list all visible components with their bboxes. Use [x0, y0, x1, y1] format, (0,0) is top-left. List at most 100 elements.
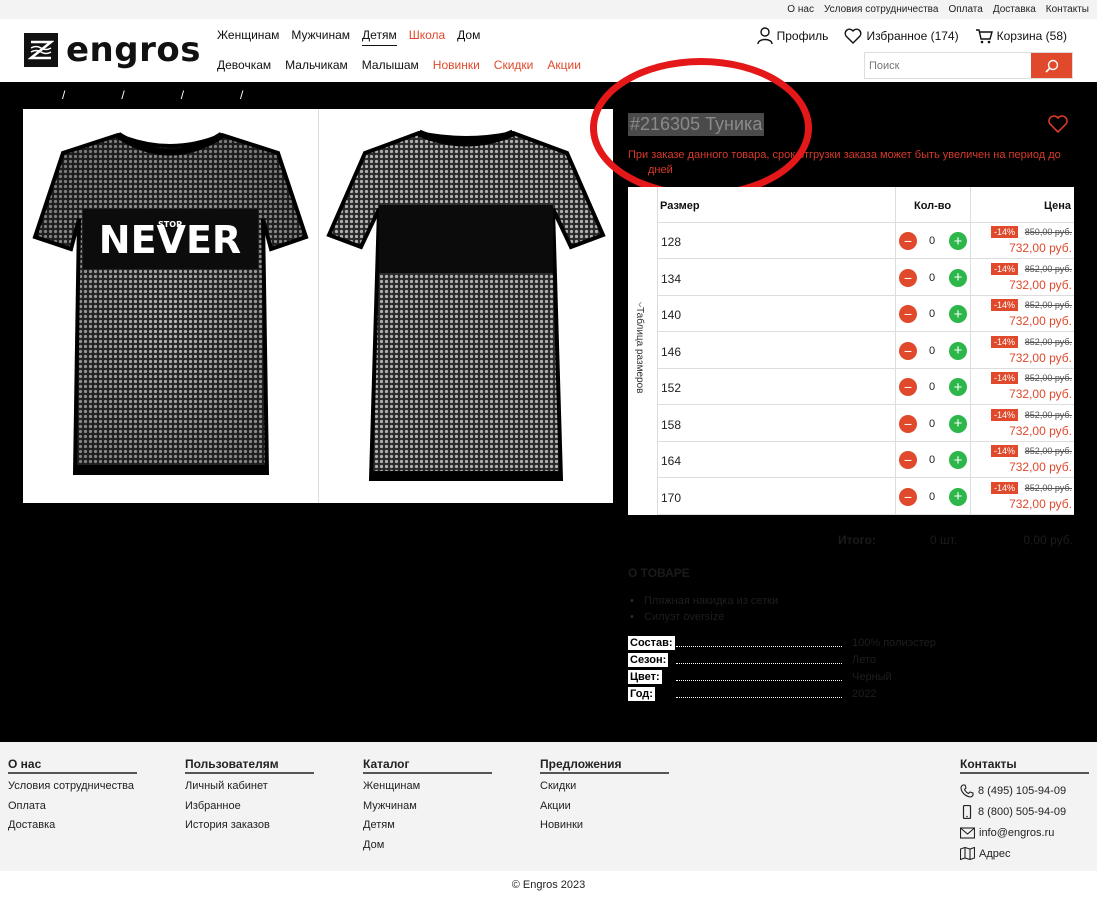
footer-link[interactable]: Личный кабинет — [185, 780, 314, 800]
property-row: Состав: 100% полиэстер — [628, 636, 988, 653]
decrease-qty-button[interactable]: − — [899, 305, 917, 323]
property-value: 2022 — [852, 688, 877, 700]
increase-qty-button[interactable]: + — [949, 414, 967, 433]
nav-new[interactable]: Новинки — [433, 58, 480, 72]
qty-value: 0 — [929, 308, 936, 320]
top-link-payment[interactable]: Оплата — [948, 4, 982, 15]
nav-girls[interactable]: Девочкам — [217, 58, 271, 72]
increase-qty-button[interactable]: + — [949, 378, 967, 396]
nav-discounts[interactable]: Скидки — [494, 58, 534, 72]
size-chart-tab[interactable]: ‹ Таблица размеров — [628, 187, 658, 515]
profile-link[interactable]: Профиль — [756, 27, 829, 45]
dotted-leader — [676, 680, 842, 681]
add-to-favorites-button[interactable] — [1047, 114, 1069, 137]
discount-badge: -14% — [991, 226, 1019, 238]
size-value: 164 — [661, 454, 682, 468]
increase-qty-button[interactable]: + — [949, 451, 967, 469]
breadcrumb-sep: / — [240, 88, 244, 102]
total-label: Итого: — [838, 533, 876, 547]
top-links: О нас Условия сотрудничества Оплата Дост… — [787, 4, 1089, 15]
nav-home[interactable]: Дом — [457, 28, 480, 46]
map-icon — [960, 847, 975, 860]
footer-link[interactable]: Мужчинам — [363, 800, 492, 820]
secondary-nav: Девочкам Мальчикам Малышам Новинки Скидк… — [217, 58, 581, 72]
logo-mark-icon — [24, 33, 58, 67]
decrease-qty-button[interactable]: − — [899, 414, 917, 433]
footer-link[interactable]: Избранное — [185, 800, 314, 820]
nav-men[interactable]: Мужчинам — [291, 28, 350, 46]
increase-qty-button[interactable]: + — [949, 268, 967, 287]
nav-school[interactable]: Школа — [409, 28, 445, 46]
mobile-contact[interactable]: 8 (800) 505-94-09 — [960, 801, 1089, 822]
size-chart-label: Таблица размеров — [634, 307, 645, 394]
increase-qty-button[interactable]: + — [949, 232, 967, 250]
search-box — [864, 52, 1073, 79]
search-button[interactable] — [1031, 53, 1072, 78]
dotted-leader — [676, 663, 842, 664]
decrease-qty-button[interactable]: − — [899, 451, 917, 469]
header-qty: Кол-во — [914, 200, 952, 212]
nav-boys[interactable]: Мальчикам — [285, 58, 348, 72]
price: 732,00 руб. — [1009, 314, 1072, 328]
increase-qty-button[interactable]: + — [949, 487, 967, 506]
breadcrumb-sep: / — [121, 88, 125, 102]
increase-qty-button[interactable]: + — [949, 341, 967, 360]
header-price: Цена — [1043, 200, 1071, 212]
footer-contacts: Контакты 8 (495) 105-94-09 8 (800) 505-9… — [960, 757, 1089, 864]
header-size: Размер — [660, 200, 700, 212]
nav-promos[interactable]: Акции — [547, 58, 581, 72]
mobile-phone-icon — [962, 804, 972, 819]
price: 732,00 руб. — [1009, 277, 1072, 292]
feature-item: Пляжная накидка из сетки — [628, 593, 778, 609]
top-link-contacts[interactable]: Контакты — [1046, 4, 1089, 15]
decrease-qty-button[interactable]: − — [899, 268, 917, 287]
qty-value: 0 — [929, 454, 936, 466]
favorites-label: Избранное (174) — [866, 29, 959, 43]
top-link-about[interactable]: О нас — [787, 4, 814, 15]
phone-icon — [960, 783, 974, 798]
nav-women[interactable]: Женщинам — [217, 28, 279, 46]
logo[interactable]: engros — [24, 33, 201, 67]
footer-link[interactable]: Женщинам — [363, 780, 492, 800]
decrease-qty-button[interactable]: − — [899, 378, 917, 396]
footer-link[interactable]: Доставка — [8, 819, 137, 839]
nav-kids[interactable]: Детям — [362, 28, 397, 46]
profile-label: Профиль — [776, 29, 829, 43]
footer-link[interactable]: Детям — [363, 819, 492, 839]
footer-link[interactable]: Новинки — [540, 819, 669, 839]
footer-link[interactable]: Оплата — [8, 800, 137, 820]
property-key: Цвет: — [628, 670, 662, 684]
size-value: 128 — [661, 235, 682, 249]
old-price: 852,00 руб. — [1024, 263, 1072, 274]
phone-1: 8 (495) 105-94-09 — [978, 784, 1067, 797]
footer-link[interactable]: История заказов — [185, 819, 314, 839]
search-input[interactable] — [865, 53, 1031, 78]
product-image-back[interactable] — [318, 109, 613, 503]
cart-link[interactable]: Корзина (58) — [975, 28, 1067, 44]
increase-qty-button[interactable]: + — [949, 305, 967, 323]
footer-link[interactable]: Скидки — [540, 780, 669, 800]
favorites-link[interactable]: Избранное (174) — [844, 28, 959, 44]
price: 732,00 руб. — [1009, 241, 1072, 255]
property-key: Сезон: — [628, 653, 669, 667]
phone-contact[interactable]: 8 (495) 105-94-09 — [960, 780, 1089, 801]
footer-link[interactable]: Акции — [540, 800, 669, 820]
decrease-qty-button[interactable]: − — [899, 232, 917, 250]
email-contact[interactable]: info@engros.ru — [960, 822, 1089, 843]
top-link-terms[interactable]: Условия сотрудничества — [824, 4, 939, 15]
site-header: engros Женщинам Мужчинам Детям Школа Дом… — [0, 19, 1097, 82]
decrease-qty-button[interactable]: − — [899, 487, 917, 506]
nav-babies[interactable]: Малышам — [362, 58, 419, 72]
top-link-delivery[interactable]: Доставка — [993, 4, 1036, 15]
product-image-front[interactable]: NEVER STOP — [23, 109, 318, 503]
table-row: 140 −0 + -14% 852,00 руб. 732,00 руб. — [658, 296, 1074, 332]
address-contact[interactable]: Адрес — [960, 843, 1089, 864]
discount-badge: -14% — [991, 335, 1019, 348]
footer-link[interactable]: Условия сотрудничества — [8, 780, 137, 800]
footer-link[interactable]: Дом — [363, 839, 492, 859]
copyright: © Engros 2023 — [0, 871, 1097, 900]
price: 732,00 руб. — [1009, 423, 1072, 438]
email: info@engros.ru — [979, 826, 1055, 839]
decrease-qty-button[interactable]: − — [899, 341, 917, 360]
breadcrumb: / / / / — [24, 88, 243, 102]
